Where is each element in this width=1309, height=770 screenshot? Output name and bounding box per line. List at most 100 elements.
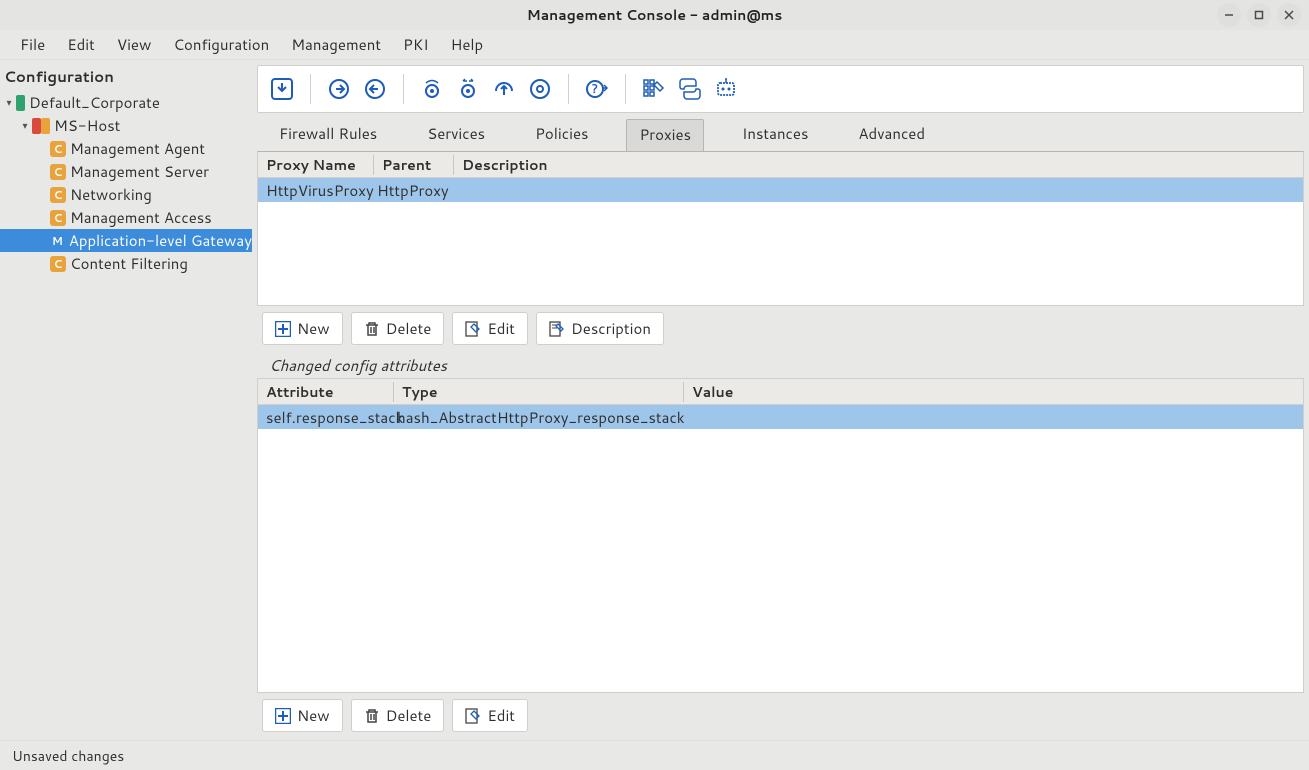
tab-instances[interactable]: Instances [730, 119, 820, 151]
tab-advanced[interactable]: Advanced [846, 119, 937, 151]
edit-label: Edit [487, 318, 515, 339]
component-icon: C [50, 256, 66, 272]
menu-pki[interactable]: PKI [393, 30, 439, 59]
tab-policies[interactable]: Policies [523, 119, 600, 151]
plus-icon [275, 321, 291, 337]
tree-item-management-access[interactable]: C Management Access [0, 206, 252, 229]
separator [568, 74, 569, 104]
tree-item-content-filtering[interactable]: C Content Filtering [0, 252, 252, 275]
separator [625, 74, 626, 104]
description-proxy-button[interactable]: Description [536, 312, 664, 345]
pencil-icon [465, 708, 481, 724]
toolbar: ? [257, 65, 1304, 113]
attribute-button-row: New Delete Edit [257, 693, 1304, 738]
cell-proxy-name: HttpVirusProxy [258, 180, 373, 201]
menu-help[interactable]: Help [441, 30, 494, 59]
col-type[interactable]: Type [393, 382, 683, 402]
sidebar: Configuration ▾ Default_Corporate ▾ MS-H… [0, 60, 252, 740]
edit-attribute-button[interactable]: Edit [452, 699, 528, 732]
tree-host[interactable]: ▾ MS-Host [0, 114, 252, 137]
main-panel: ? Firewall Rules Services Policies Proxi… [252, 60, 1309, 740]
title-bar: Management Console - admin@ms [0, 0, 1309, 30]
gear-sync-icon[interactable] [454, 75, 482, 103]
cell-parent: HttpProxy [373, 180, 453, 201]
commit-icon[interactable] [268, 75, 296, 103]
help-circle-icon[interactable]: ? [583, 75, 611, 103]
new-proxy-button[interactable]: New [262, 312, 343, 345]
status-icon-orange [41, 118, 50, 134]
note-pencil-icon [549, 321, 565, 337]
tree-root[interactable]: ▾ Default_Corporate [0, 91, 252, 114]
tree-item-label: Management Agent [70, 138, 205, 159]
maximize-button[interactable] [1247, 3, 1271, 27]
menu-management[interactable]: Management [281, 30, 391, 59]
attribute-table-header: Attribute Type Value [258, 379, 1303, 405]
delete-attribute-button[interactable]: Delete [351, 699, 445, 732]
component-icon: C [50, 187, 66, 203]
col-parent[interactable]: Parent [373, 155, 453, 175]
window-title: Management Console - admin@ms [527, 5, 783, 25]
matrix-edit-icon[interactable] [640, 75, 668, 103]
tree-item-management-server[interactable]: C Management Server [0, 160, 252, 183]
status-icon-red [32, 118, 41, 134]
menu-file[interactable]: File [10, 30, 55, 59]
chevron-down-icon[interactable]: ▾ [2, 96, 16, 110]
trash-icon [364, 321, 380, 337]
edit-label: Edit [487, 705, 515, 726]
tree-item-label: Content Filtering [70, 253, 188, 274]
tree-item-label: Management Server [70, 161, 209, 182]
gear-circle-icon[interactable] [526, 75, 554, 103]
tree-item-networking[interactable]: C Networking [0, 183, 252, 206]
menu-view[interactable]: View [107, 30, 162, 59]
arrow-left-circle-icon[interactable] [361, 75, 389, 103]
col-attribute[interactable]: Attribute [258, 382, 393, 402]
tree-host-label: MS-Host [54, 115, 120, 136]
trash-icon [364, 708, 380, 724]
python-icon[interactable] [676, 75, 704, 103]
cell-type: hash_AbstractHttpProxy_response_stack [393, 407, 683, 428]
proxy-table-header: Proxy Name Parent Description [258, 152, 1303, 178]
new-label: New [297, 318, 330, 339]
sidebar-header: Configuration [0, 60, 252, 91]
col-proxy-name[interactable]: Proxy Name [258, 155, 373, 175]
module-icon: M [50, 233, 65, 249]
attribute-table-pane: Attribute Type Value self.response_stack… [257, 378, 1304, 693]
proxy-button-row: New Delete Edit Description [257, 306, 1304, 351]
proxy-row[interactable]: HttpVirusProxy HttpProxy [258, 178, 1303, 202]
attrs-caption: Changed config attributes [257, 351, 1304, 378]
col-description[interactable]: Description [453, 155, 1303, 175]
new-label: New [297, 705, 330, 726]
tree-root-label: Default_Corporate [29, 92, 160, 113]
robot-icon[interactable] [712, 75, 740, 103]
gear-view-icon[interactable] [418, 75, 446, 103]
tree-item-label: Management Access [70, 207, 212, 228]
description-label: Description [571, 318, 651, 339]
tab-proxies[interactable]: Proxies [626, 119, 704, 151]
tree-item-management-agent[interactable]: C Management Agent [0, 137, 252, 160]
col-value[interactable]: Value [683, 382, 1303, 402]
pencil-icon [465, 321, 481, 337]
chevron-down-icon[interactable]: ▾ [18, 119, 32, 133]
tab-services[interactable]: Services [415, 119, 497, 151]
separator [310, 74, 311, 104]
tree-item-application-level-gateway[interactable]: M Application-level Gateway [0, 229, 252, 252]
status-text: Unsaved changes [12, 746, 124, 766]
edit-proxy-button[interactable]: Edit [452, 312, 528, 345]
tree-item-label: Networking [70, 184, 152, 205]
delete-proxy-button[interactable]: Delete [351, 312, 445, 345]
close-button[interactable] [1277, 3, 1301, 27]
menu-configuration[interactable]: Configuration [163, 30, 279, 59]
tab-bar: Firewall Rules Services Policies Proxies… [257, 113, 1304, 151]
arrow-right-circle-icon[interactable] [325, 75, 353, 103]
config-tree: ▾ Default_Corporate ▾ MS-Host C Manageme… [0, 91, 252, 275]
menu-edit[interactable]: Edit [57, 30, 105, 59]
status-bar: Unsaved changes [0, 740, 1309, 770]
minimize-button[interactable] [1217, 3, 1241, 27]
new-attribute-button[interactable]: New [262, 699, 343, 732]
svg-text:?: ? [592, 80, 598, 97]
tab-firewall-rules[interactable]: Firewall Rules [267, 119, 389, 151]
window-controls [1217, 3, 1301, 27]
upload-icon[interactable] [490, 75, 518, 103]
separator [403, 74, 404, 104]
attribute-row[interactable]: self.response_stack hash_AbstractHttpPro… [258, 405, 1303, 429]
